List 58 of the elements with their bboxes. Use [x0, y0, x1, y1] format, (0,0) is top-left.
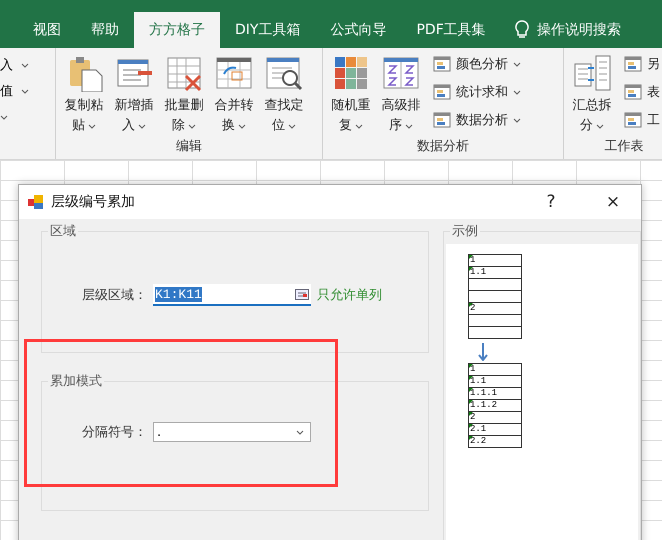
search-tell-me[interactable]: 操作说明搜索	[500, 12, 621, 48]
close-button[interactable]: ×	[585, 192, 641, 212]
group-label: 数据分析	[416, 138, 470, 156]
menu-button[interactable]: 工	[624, 110, 662, 130]
range-picker-icon[interactable]	[295, 288, 309, 300]
caret-icon	[138, 124, 146, 128]
ribbon-tab[interactable]: 帮助	[76, 12, 134, 48]
caret-icon	[21, 88, 29, 94]
ribbon-button[interactable]: 合并转 换	[210, 54, 258, 137]
caret-icon	[596, 124, 604, 128]
menu-button[interactable]: 另	[624, 54, 662, 74]
group-label: 工作表	[604, 138, 644, 156]
ribbon-button[interactable]: 查找定 位	[260, 54, 308, 137]
ribbon-tab[interactable]: 视图	[18, 12, 76, 48]
menu-button[interactable]: 数据分析	[433, 110, 521, 130]
menu-button[interactable]: 表	[624, 82, 662, 102]
menu-button[interactable]: 颜色分析	[433, 54, 521, 74]
caret-icon	[238, 124, 246, 128]
ribbon-tab[interactable]: DIY工具箱	[220, 12, 316, 48]
ribbon-button[interactable]: 复制粘 贴	[60, 54, 108, 137]
ribbon-icon	[572, 54, 612, 92]
ribbon-button[interactable]: 随机重 复	[327, 54, 375, 137]
group-title: 累加模式	[48, 372, 104, 390]
caret-icon	[296, 430, 304, 434]
field-label: 层级区域：	[82, 287, 147, 304]
ribbon-button[interactable]: 新增插 入	[110, 54, 158, 137]
ribbon-tab[interactable]: PDF工具集	[401, 12, 501, 48]
app-icon	[27, 194, 45, 210]
ribbon-button[interactable]: 值	[0, 80, 51, 102]
ribbon-button[interactable]: 高级排 序	[377, 54, 425, 137]
down-arrow-icon	[478, 343, 488, 361]
lightbulb-icon	[514, 20, 529, 40]
ribbon-button[interactable]: 入	[0, 54, 51, 76]
help-button[interactable]: ?	[523, 192, 579, 212]
caret-icon	[88, 124, 96, 128]
ribbon-button[interactable]: 汇总拆 分	[568, 54, 616, 137]
window-title: 层级编号累加	[51, 193, 136, 211]
hint-text: 只允许单列	[317, 287, 382, 304]
caret-icon	[513, 62, 521, 66]
sample-table: 1 1.1 2	[468, 254, 522, 339]
range-field[interactable]: K1:K11	[153, 284, 311, 306]
sample-table: 1 1.1 1.1.1 1.1.2 2 2.1 2.2	[468, 363, 522, 448]
group-label: 编辑	[175, 138, 203, 156]
caret-icon	[355, 124, 363, 128]
ribbon-tab[interactable]: 方方格子	[134, 12, 220, 48]
caret-icon	[0, 114, 8, 120]
separator-dropdown[interactable]: .	[153, 422, 311, 442]
caret-icon	[21, 62, 29, 68]
field-label: 分隔符号：	[82, 424, 147, 441]
ribbon-tab[interactable]: 公式向导	[315, 12, 402, 48]
ribbon-button[interactable]: 批量删 除	[160, 54, 208, 137]
menu-button[interactable]: 统计求和	[433, 82, 521, 102]
caret-icon	[513, 118, 521, 122]
group-title: 示例	[450, 222, 480, 240]
caret-icon	[405, 124, 413, 128]
caret-icon	[288, 124, 296, 128]
caret-icon	[513, 90, 521, 94]
caret-icon	[188, 124, 196, 128]
